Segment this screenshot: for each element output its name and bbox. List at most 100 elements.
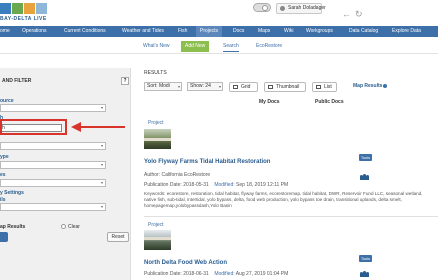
person-shape [366, 175, 369, 180]
thumbnail-label: Thumbnail [276, 84, 300, 90]
search-submit-button[interactable] [0, 232, 8, 242]
subnav-add-new[interactable]: Add New [181, 41, 210, 52]
tools-button[interactable]: Tools [359, 154, 372, 161]
result-keywords: Keywords: ecorestore, restoration, tidal… [144, 191, 423, 208]
result-type-badge: Project [148, 222, 164, 228]
show-value: Show: 24 [190, 83, 211, 89]
site-logo[interactable]: BAY-DELTA LIVE [0, 1, 50, 23]
nav-docs[interactable]: Docs [233, 26, 244, 37]
map-results-label: Map Results [353, 83, 383, 89]
toggle-knob [262, 5, 268, 11]
thumbnail-detail [144, 237, 171, 240]
column-my-docs[interactable]: My Docs [259, 99, 280, 105]
publication-date: 2018-05-31 [183, 182, 209, 188]
nav-workgroups[interactable]: Workgroups [306, 26, 333, 37]
nav-data-catalog[interactable]: Data Catalog [349, 26, 378, 37]
chevron-down-icon: ▾ [100, 162, 103, 167]
logo-text: BAY-DELTA LIVE [0, 16, 47, 22]
result-divider [144, 216, 438, 217]
sub-nav: What's New Add New Search EcoRestore [0, 37, 438, 54]
settings-label: y Settings [0, 190, 24, 196]
clear-radio[interactable] [61, 224, 66, 229]
sort-select[interactable]: Sort: Modi ▾ [144, 82, 182, 91]
show-count-select[interactable]: Show: 24 ▾ [187, 82, 223, 91]
user-menu-button[interactable]: Sarah Doladager [276, 3, 326, 14]
sort-value: Sort: Modi [147, 83, 170, 89]
info-icon [383, 83, 388, 88]
nav-wiki[interactable]: Wiki [284, 26, 293, 37]
thumbnail-detail [144, 138, 171, 141]
nav-fish[interactable]: Fish [178, 26, 187, 37]
grid-label: Grid [241, 84, 251, 90]
chevron-down-icon: ▾ [218, 84, 221, 89]
publication-date-label: Publication Date: [144, 271, 182, 277]
list-label: List [324, 84, 332, 90]
nav-projects[interactable]: Projects [196, 26, 223, 37]
nav-operations[interactable]: Operations [22, 26, 46, 37]
people-icon[interactable] [360, 271, 369, 277]
modified-date: Aug 27, 2019 01:04 PM [235, 271, 289, 277]
annotation-arrow-shaft [80, 126, 125, 128]
grid-view-button[interactable]: Grid [229, 82, 258, 92]
nav-maps[interactable]: Maps [258, 26, 270, 37]
subnav-search[interactable]: Search [223, 41, 239, 52]
result-thumbnail[interactable] [144, 129, 171, 149]
refresh-icon[interactable]: ↻ [355, 9, 363, 20]
view-toggle[interactable] [253, 3, 271, 12]
result-title[interactable]: Yolo Flyway Farms Tidal Habitat Restorat… [144, 159, 270, 165]
chevron-down-icon: ▾ [100, 180, 103, 185]
nav-home[interactable]: ome [0, 26, 10, 37]
logo-square [24, 3, 35, 14]
thumbnail-view-button[interactable]: Thumbnail [264, 82, 306, 92]
thumbnail-icon [268, 85, 273, 89]
clear-label: Clear [68, 224, 80, 230]
map-results-link[interactable]: Map Results [353, 83, 388, 89]
nav-weather-tides[interactable]: Weather and Tides [122, 26, 164, 37]
tools-button[interactable]: Tools [359, 255, 372, 262]
person-shape [366, 272, 369, 277]
result-thumbnail[interactable] [144, 230, 171, 250]
subnav-ecorestore[interactable]: EcoRestore [256, 41, 282, 52]
list-icon [316, 85, 321, 89]
map-results-toggle-label: ap Results [0, 224, 26, 230]
result-author: Author: California EcoRestore [144, 172, 211, 178]
list-view-button[interactable]: List [312, 82, 337, 92]
settings-select[interactable]: ▾ [0, 203, 106, 211]
chevron-down-icon: ▾ [100, 204, 103, 209]
logo-square [12, 3, 23, 14]
nav-current-conditions[interactable]: Current Conditions [64, 26, 106, 37]
filter-select[interactable]: ▾ [0, 142, 106, 150]
main-nav: ome Operations Current Conditions Weathe… [0, 26, 438, 37]
publication-date: 2018-06-31 [183, 271, 209, 277]
type-select[interactable]: ▾ [0, 161, 106, 169]
filter-title: AND FILTER [2, 78, 32, 84]
publication-date-label: Publication Date: [144, 182, 182, 188]
chevron-down-icon: ▾ [100, 105, 103, 110]
filter-panel [0, 68, 131, 280]
subnav-whats-new[interactable]: What's New [143, 41, 170, 52]
logo-square [36, 3, 47, 14]
chevron-down-icon: ▾ [100, 143, 103, 148]
back-arrow-icon[interactable]: ← [342, 9, 351, 19]
result-type-badge: Project [148, 120, 164, 126]
people-icon[interactable] [360, 174, 369, 180]
nav-explore-data[interactable]: Explore Data [392, 26, 421, 37]
result-title[interactable]: North Delta Food Web Action [144, 260, 227, 266]
site-header: BAY-DELTA LIVE Sarah Doladager ← ↻ [0, 0, 438, 26]
source-select[interactable]: ▾ [0, 104, 106, 112]
modified-label: Modified: [214, 182, 235, 188]
type-label: ype [0, 154, 9, 160]
column-public-docs[interactable]: Public Docs [315, 99, 344, 105]
modified-label: Modified: [214, 271, 235, 277]
results-label: RESULTS [144, 70, 167, 76]
help-button[interactable]: ? [121, 77, 129, 85]
result-dates: Publication Date: 2018-06-31 Modified: A… [144, 271, 288, 277]
logo-square [0, 3, 11, 14]
owner-select[interactable]: ▾ [0, 179, 106, 187]
owner-label: es [0, 172, 6, 178]
annotation-arrow-icon [71, 122, 81, 132]
result-dates: Publication Date: 2018-05-31 Modified: S… [144, 182, 288, 188]
reset-button[interactable]: Reset [107, 232, 129, 242]
user-icon [280, 6, 285, 11]
grid-icon [233, 85, 238, 89]
